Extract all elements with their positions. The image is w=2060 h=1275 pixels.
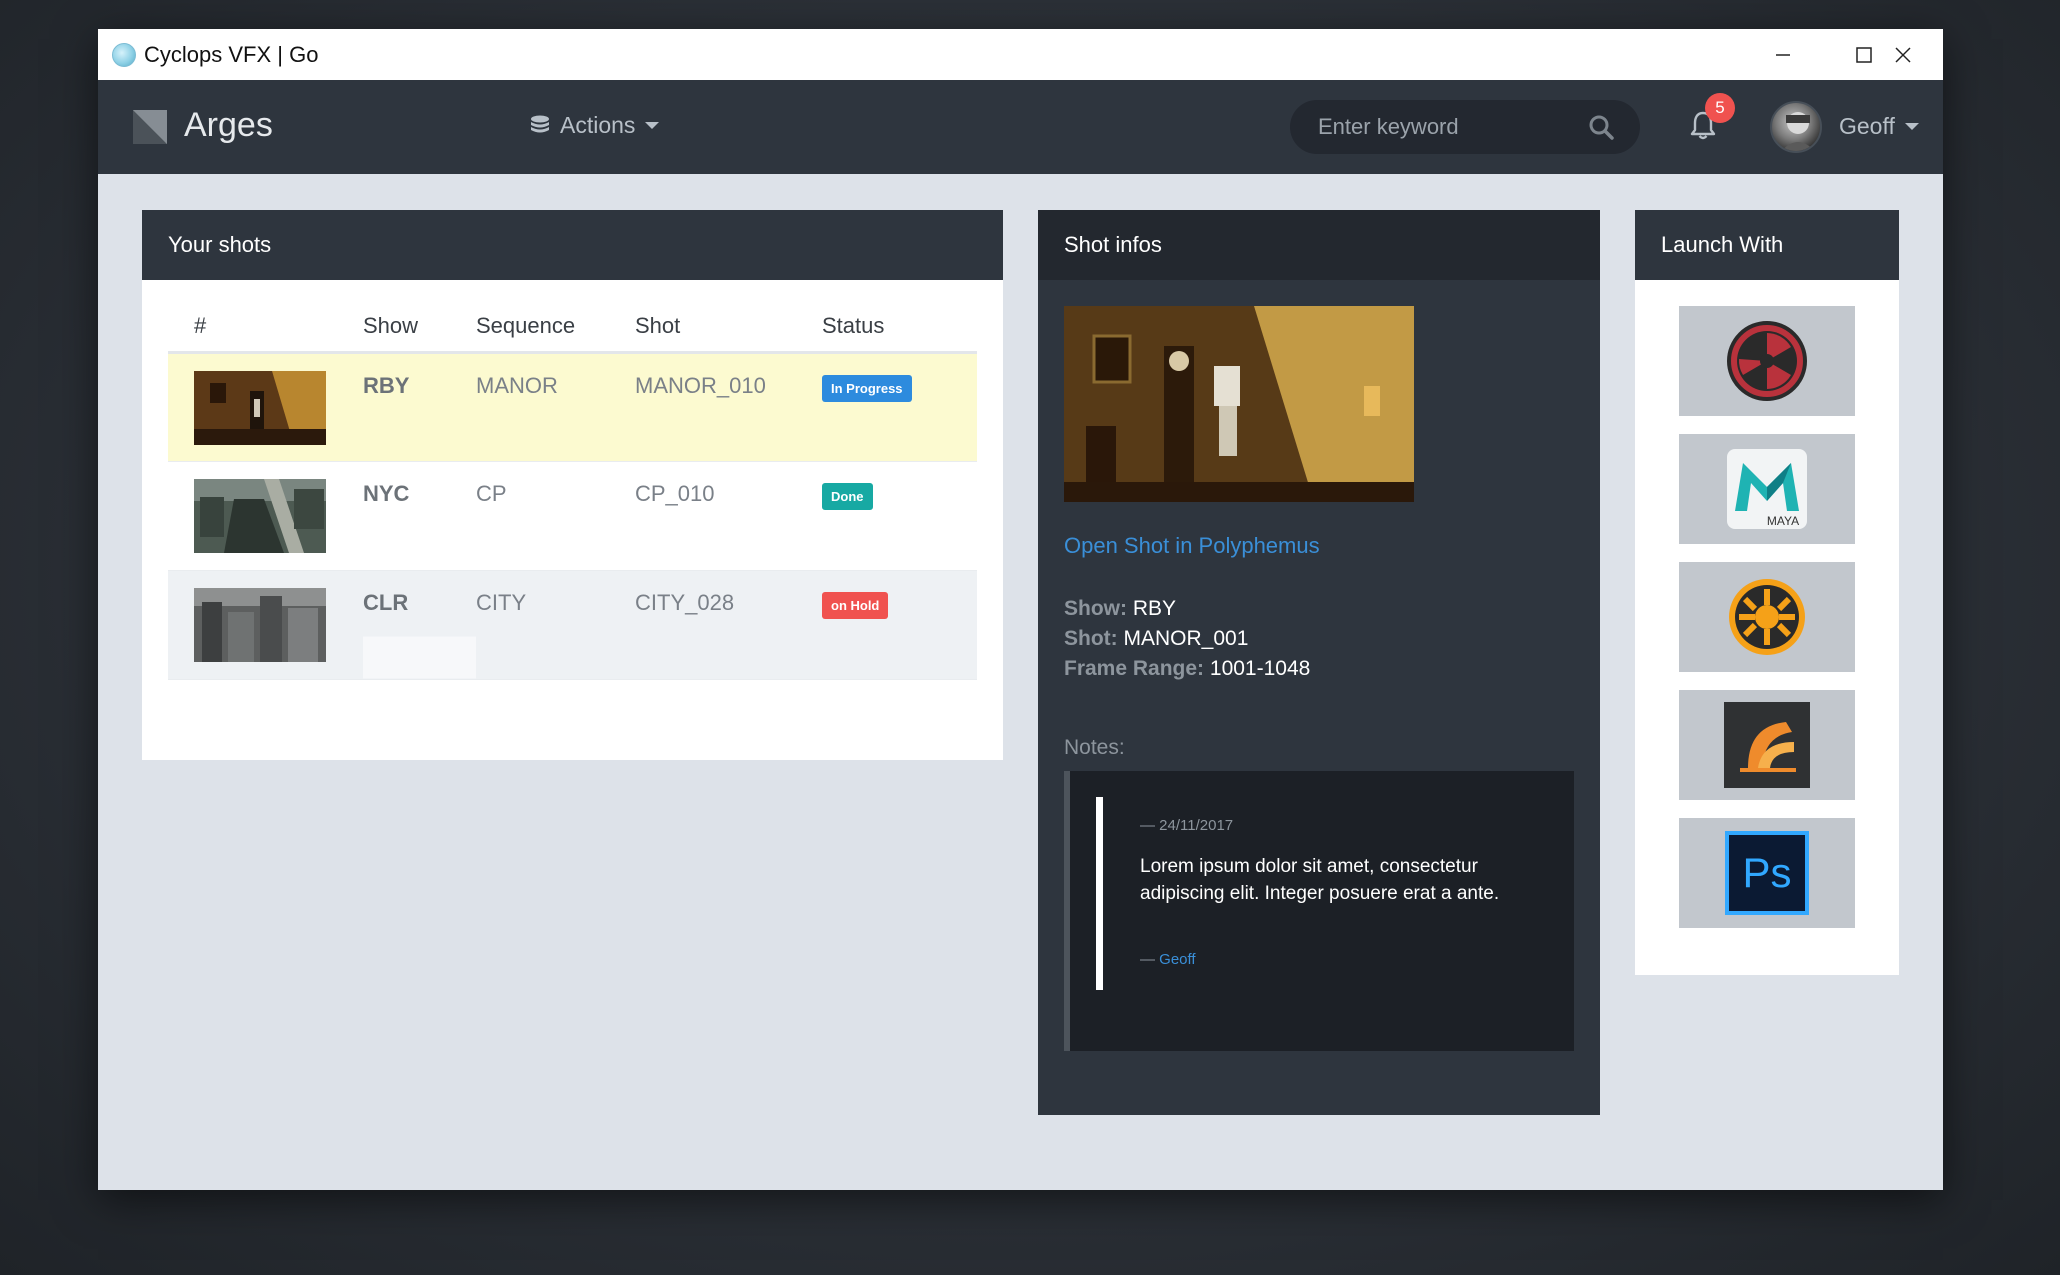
show-cell: NYC	[363, 461, 476, 571]
shot-meta-value: MANOR_001	[1123, 627, 1249, 650]
notes-label: Notes:	[1064, 736, 1125, 759]
status-badge: Done	[822, 482, 873, 510]
note-text: Lorem ipsum dolor sit amet, consectetur …	[1140, 856, 1500, 904]
column-header-number: #	[168, 302, 363, 354]
frame-range-label: Frame Range:	[1064, 657, 1205, 680]
status-badge: on Hold	[822, 591, 889, 619]
shot-preview-image	[1064, 306, 1414, 502]
brand-name[interactable]: Arges	[184, 106, 273, 145]
app-window: Cyclops VFX | Go Arges Actions Enter key…	[98, 29, 1943, 1190]
shot-infos-panel: Shot infos Open Shot in Polyphemus Show:…	[1038, 210, 1600, 1115]
search-input[interactable]	[1290, 100, 1580, 154]
close-icon	[1895, 46, 1911, 63]
chevron-down-icon	[645, 122, 660, 129]
maya-icon: MAYA	[1727, 449, 1807, 529]
table-row[interactable]: RBY MANOR MANOR_010 In Progress	[168, 352, 977, 462]
sequence-cell: MANOR	[476, 352, 635, 462]
actions-menu[interactable]: Actions	[530, 112, 660, 139]
window-title: Cyclops VFX | Go	[144, 41, 319, 67]
show-meta-value: RBY	[1132, 597, 1177, 620]
shots-table: # Show Sequence Shot Status RBY MANOR MA…	[168, 302, 977, 680]
top-navbar: Arges Actions 5	[98, 80, 1943, 174]
actions-label: Actions	[560, 112, 636, 138]
title-bar: Cyclops VFX | Go	[98, 29, 1943, 80]
shots-panel: Your shots # Show Sequence Shot Status R…	[142, 210, 1003, 760]
photoshop-icon: Ps	[1725, 831, 1809, 915]
show-meta: Show: RBY	[1064, 594, 1310, 624]
show-meta-label: Show:	[1064, 597, 1127, 620]
shots-panel-title: Your shots	[142, 210, 1003, 280]
column-header-sequence: Sequence	[476, 302, 635, 354]
user-photo	[1781, 112, 1815, 151]
app-icon	[112, 42, 136, 67]
sequence-cell: CP	[476, 461, 635, 571]
note-author-prefix: —	[1140, 951, 1160, 968]
launch-maya-button[interactable]: MAYA	[1679, 434, 1855, 544]
shot-thumbnail-cell	[168, 352, 363, 462]
note-author-link[interactable]: Geoff	[1159, 951, 1195, 968]
shot-thumbnail	[194, 478, 326, 553]
houdini-icon	[1729, 579, 1805, 655]
sequence-cell: CITY	[476, 570, 635, 680]
database-icon	[531, 115, 549, 132]
show-cell: CLR	[363, 570, 476, 680]
notification-badge: 5	[1705, 93, 1735, 123]
minimize-button[interactable]	[1743, 29, 1823, 80]
launch-panel-title: Launch With	[1635, 210, 1899, 280]
column-header-show: Show	[363, 302, 476, 354]
clarisse-icon	[1724, 702, 1810, 788]
launch-clarisse-button[interactable]	[1679, 690, 1855, 800]
user-name: Geoff	[1839, 113, 1895, 139]
shot-infos-title: Shot infos	[1038, 210, 1600, 280]
shot-cell: CP_010	[635, 461, 822, 571]
show-cell: RBY	[363, 352, 476, 462]
launch-photoshop-button[interactable]: Ps	[1679, 818, 1855, 928]
open-shot-link[interactable]: Open Shot in Polyphemus	[1064, 533, 1320, 559]
shot-thumbnail	[194, 587, 326, 662]
shot-meta-label: Shot:	[1064, 627, 1118, 650]
user-menu[interactable]: Geoff	[1839, 113, 1919, 140]
note-card: — 24/11/2017 Lorem ipsum dolor sit amet,…	[1064, 771, 1574, 1051]
shot-thumbnail-cell	[168, 461, 363, 571]
table-row[interactable]: CLR CITY CITY_028 on Hold	[168, 570, 977, 680]
table-header-row: # Show Sequence Shot Status	[168, 302, 977, 354]
shot-thumbnail-cell	[168, 570, 363, 680]
shot-thumbnail	[194, 370, 326, 445]
status-cell: on Hold	[822, 570, 977, 680]
nuke-icon	[1727, 321, 1807, 401]
shot-metadata: Show: RBY Shot: MANOR_001 Frame Range: 1…	[1064, 594, 1310, 684]
frame-range-value: 1001-1048	[1209, 657, 1311, 680]
close-button[interactable]	[1863, 29, 1943, 80]
chevron-down-icon	[1904, 123, 1919, 130]
search-icon[interactable]	[1588, 114, 1614, 140]
photoshop-label: Ps	[1742, 849, 1791, 896]
table-row[interactable]: NYC CP CP_010 Done	[168, 461, 977, 571]
note-quote-bar	[1096, 797, 1103, 990]
note-author: — Geoff	[1140, 951, 1196, 968]
column-header-status: Status	[822, 302, 977, 354]
status-cell: In Progress	[822, 352, 977, 462]
status-badge: In Progress	[822, 374, 912, 402]
note-date: — 24/11/2017	[1140, 817, 1234, 834]
launch-nuke-button[interactable]	[1679, 306, 1855, 416]
shot-cell: MANOR_010	[635, 352, 822, 462]
frame-range-meta: Frame Range: 1001-1048	[1064, 654, 1310, 684]
shot-meta: Shot: MANOR_001	[1064, 624, 1310, 654]
logo-icon	[133, 110, 167, 144]
maya-label: MAYA	[1767, 514, 1799, 528]
search-box	[1290, 100, 1640, 154]
column-header-shot: Shot	[635, 302, 822, 354]
launch-panel: Launch With MAYA Ps	[1635, 210, 1899, 975]
avatar[interactable]	[1770, 101, 1822, 153]
minimize-icon	[1776, 53, 1790, 56]
launch-houdini-button[interactable]	[1679, 562, 1855, 672]
status-cell: Done	[822, 461, 977, 571]
shot-cell: CITY_028	[635, 570, 822, 680]
